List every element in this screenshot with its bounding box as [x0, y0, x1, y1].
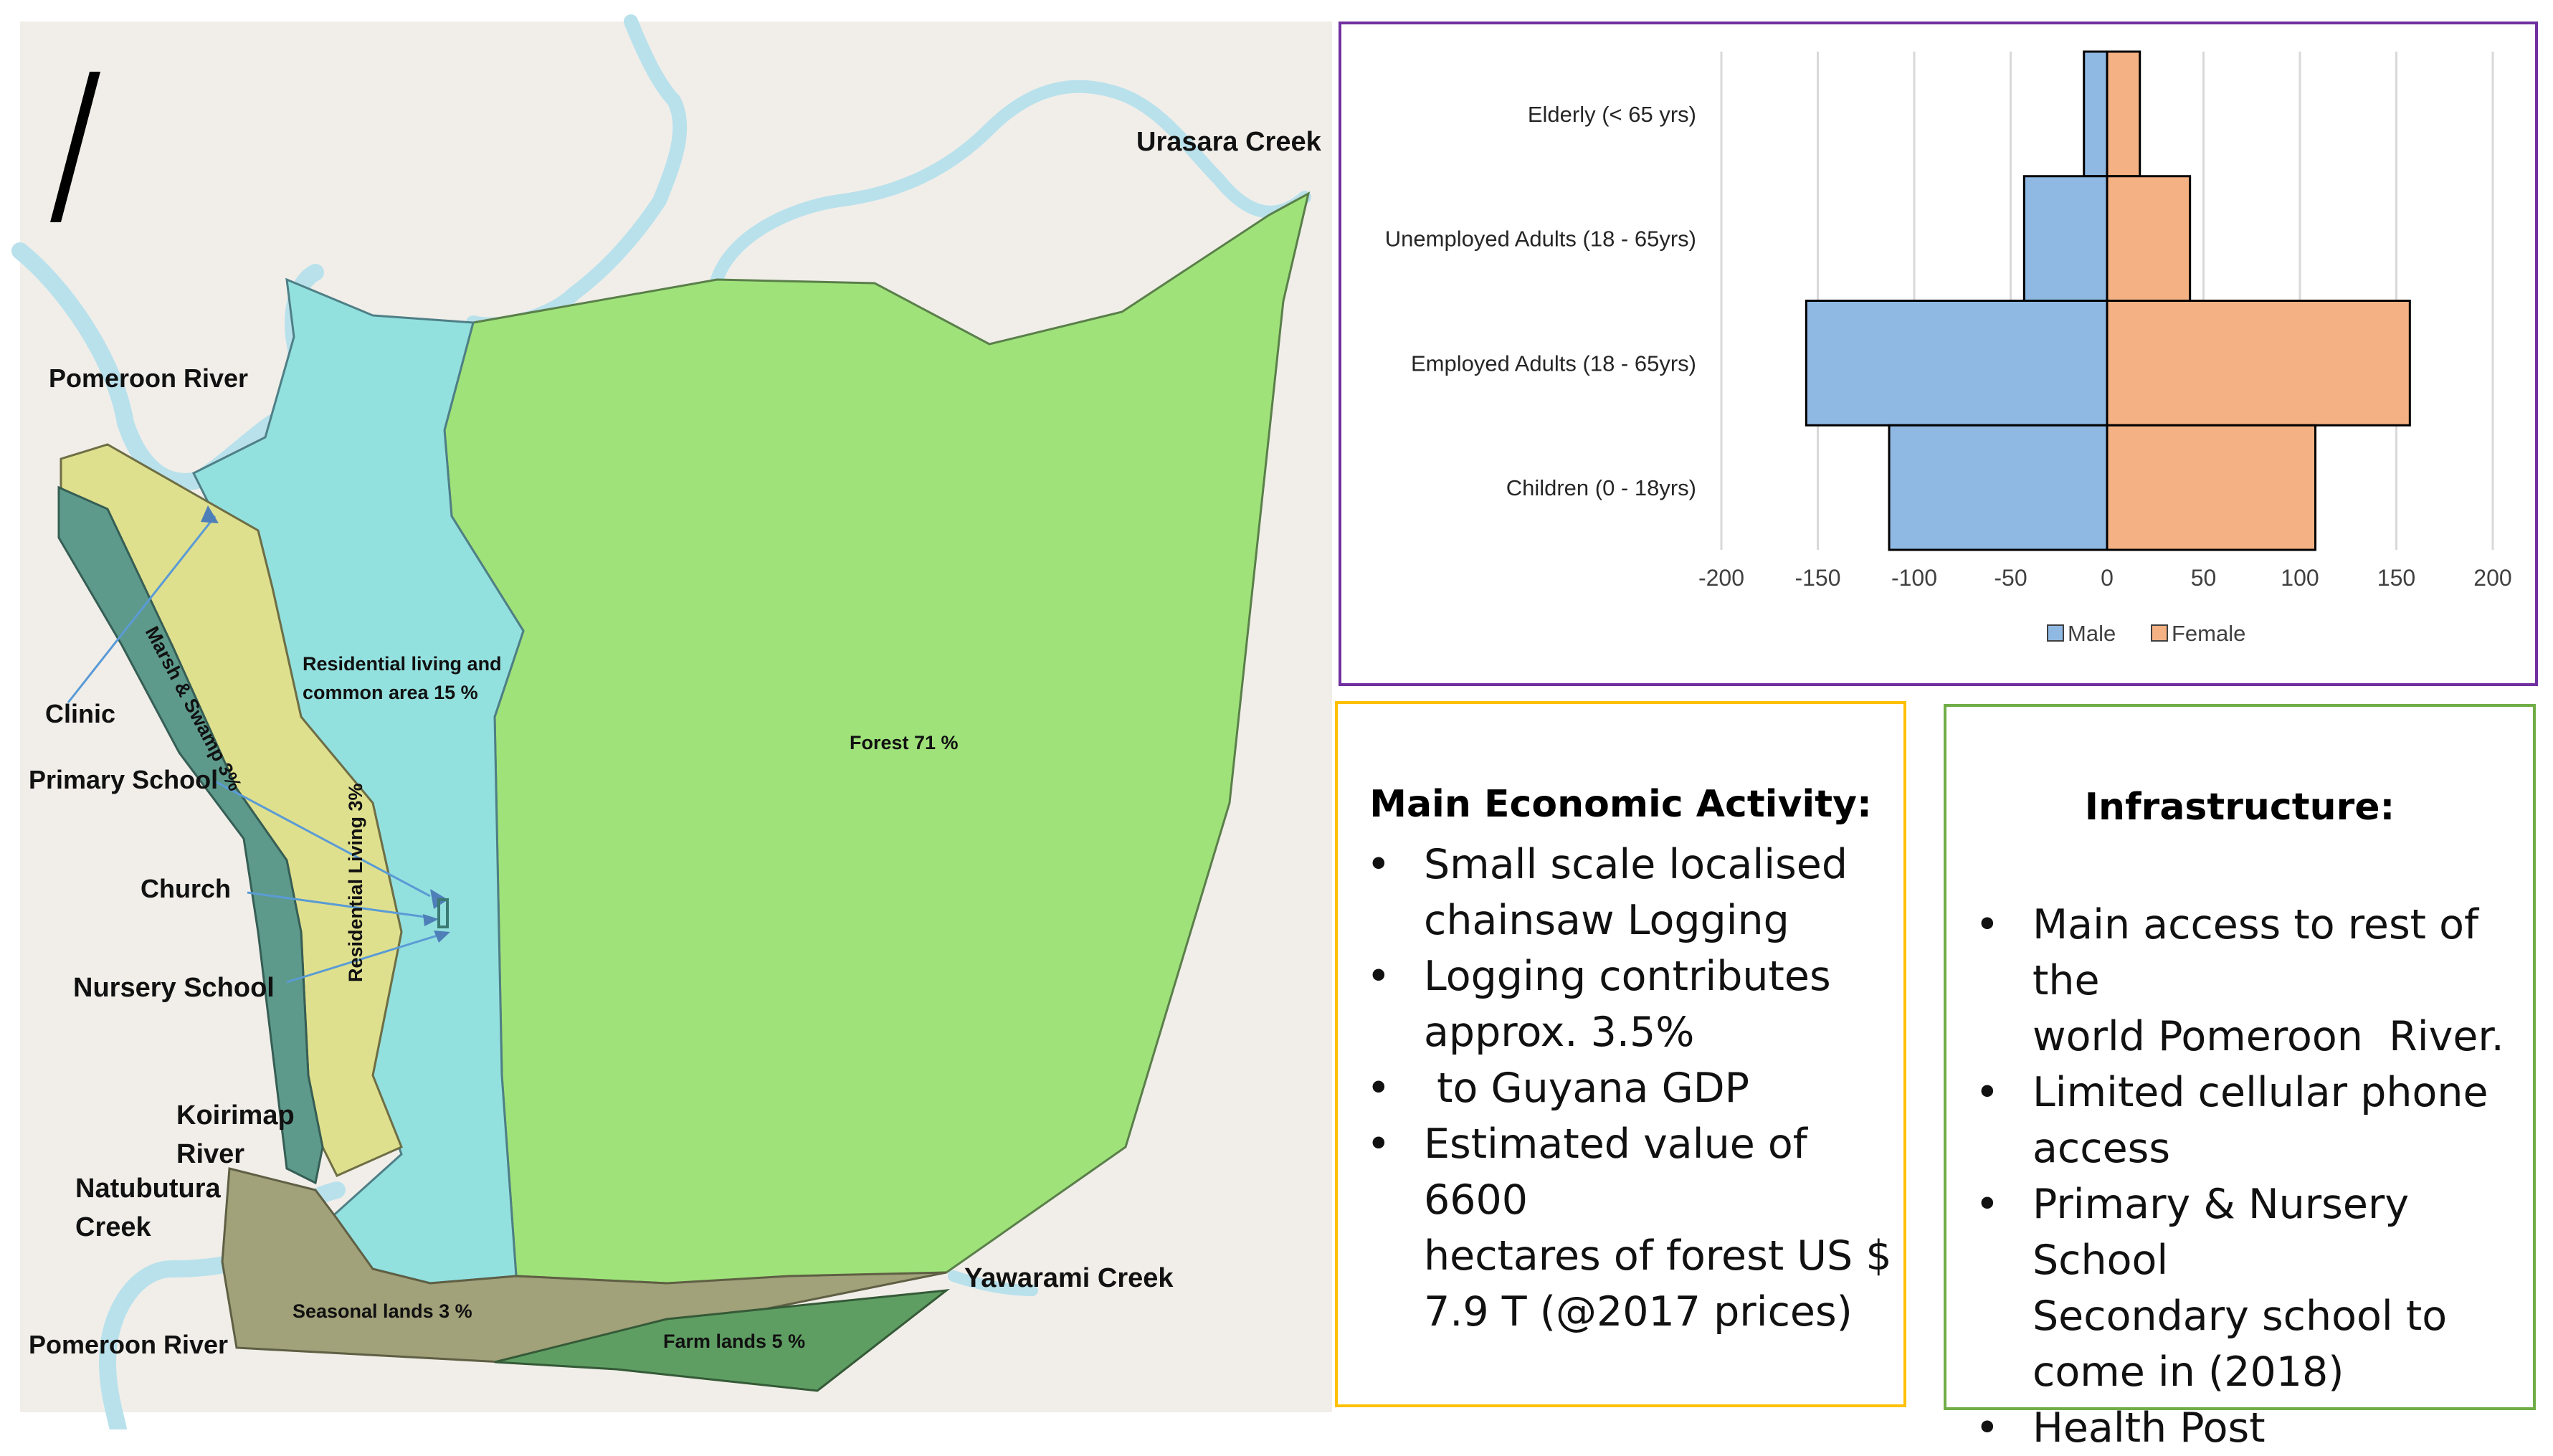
label-yawarami-creek: Yawarami Creek — [964, 1263, 1174, 1293]
label-koirimap-river-2: River — [176, 1139, 244, 1169]
bar-male — [2022, 175, 2109, 302]
infrastructure-item: Main access to rest of theworld Pomeroon… — [1975, 897, 2527, 1065]
economic-activity-title: Main Economic Activity: — [1369, 783, 1872, 826]
label-seasonal-lands: Seasonal lands 3 % — [293, 1300, 472, 1322]
economic-item: Logging contributesapprox. 3.5% — [1366, 948, 1911, 1060]
x-tick-label: 50 — [2191, 565, 2217, 591]
label-urasara-creek: Urasara Creek — [1136, 127, 1322, 157]
legend-swatch-female — [2151, 624, 2168, 642]
category-label: Elderly (< 65 yrs) — [1528, 102, 1696, 127]
infrastructure-item: Health Post — [1975, 1400, 2527, 1456]
label-residential-common-1: Residential living and — [303, 653, 502, 675]
label-church: Church — [141, 874, 231, 903]
bar-female — [2106, 175, 2192, 302]
land-use-map: Pomeroon River Urasara Creek Clinic Prim… — [11, 14, 1332, 1429]
x-tick-label: -150 — [1794, 565, 1840, 591]
legend-swatch-male — [2047, 624, 2064, 642]
legend-label-male: Male — [2068, 621, 2116, 646]
label-natubutura-creek-2: Creek — [75, 1212, 151, 1242]
economic-activity-panel: Main Economic Activity: Small scale loca… — [1335, 701, 1906, 1407]
chart-tick-labels: -200 -150 -100 -50 0 50 100 150 200 — [1698, 565, 2512, 591]
label-forest-area: Forest 71 % — [850, 732, 959, 753]
label-residential-living: Residential Living 3% — [345, 783, 366, 982]
chart-bars — [1805, 50, 2411, 551]
x-tick-label: -50 — [1994, 565, 2027, 591]
chart-legend: Male Female — [2047, 621, 2245, 646]
economic-activity-list: Small scale localisedchainsaw Logging Lo… — [1366, 837, 1911, 1340]
x-tick-label: 0 — [2101, 565, 2114, 591]
label-clinic: Clinic — [45, 699, 115, 728]
chart-category-labels: Elderly (< 65 yrs) Unemployed Adults (18 … — [1385, 102, 1696, 500]
bar-female — [2106, 300, 2411, 427]
label-primary-school: Primary School — [29, 765, 218, 794]
bar-male — [2083, 50, 2109, 178]
x-tick-label: 150 — [2377, 565, 2415, 591]
infrastructure-item: Primary & Nursery SchoolSecondary school… — [1975, 1176, 2527, 1400]
label-koirimap-river-1: Koirimap — [176, 1100, 295, 1131]
legend-label-female: Female — [2172, 621, 2245, 646]
category-label: Unemployed Adults (18 - 65yrs) — [1385, 227, 1696, 252]
infrastructure-title: Infrastructure: — [2084, 786, 2395, 829]
label-residential-common-2: common area 15 % — [303, 682, 478, 703]
economic-item: Small scale localisedchainsaw Logging — [1366, 837, 1911, 948]
label-nursery-school: Nursery School — [73, 973, 275, 1003]
x-tick-label: 200 — [2473, 565, 2511, 591]
x-tick-label: 100 — [2281, 565, 2319, 591]
infrastructure-list: Main access to rest of theworld Pomeroon… — [1975, 897, 2527, 1456]
category-label: Employed Adults (18 - 65yrs) — [1411, 351, 1696, 376]
label-farm-lands: Farm lands 5 % — [663, 1331, 805, 1352]
bar-male — [1805, 300, 2109, 427]
bar-female — [2106, 424, 2317, 551]
x-tick-label: -200 — [1698, 565, 1744, 591]
infrastructure-item: Limited cellular phoneaccess — [1975, 1065, 2527, 1176]
bar-female — [2106, 50, 2141, 178]
economic-item: Estimated value of 6600hectares of fores… — [1366, 1116, 1911, 1340]
population-pyramid-chart: Elderly (< 65 yrs) Unemployed Adults (18 … — [1385, 50, 2512, 646]
bar-male — [1888, 424, 2109, 551]
economic-item: to Guyana GDP — [1366, 1060, 1911, 1116]
label-natubutura-creek-1: Natubutura — [75, 1174, 222, 1204]
label-pomeroon-river-south: Pomeroon River — [29, 1330, 228, 1359]
infrastructure-panel: Infrastructure: Main access to rest of t… — [1944, 704, 2536, 1456]
population-chart-panel: Elderly (< 65 yrs) Unemployed Adults (18 … — [1339, 22, 2538, 686]
x-tick-label: -100 — [1891, 565, 1937, 591]
label-pomeroon-river-north: Pomeroon River — [49, 363, 248, 393]
category-label: Children (0 - 18yrs) — [1506, 475, 1696, 500]
